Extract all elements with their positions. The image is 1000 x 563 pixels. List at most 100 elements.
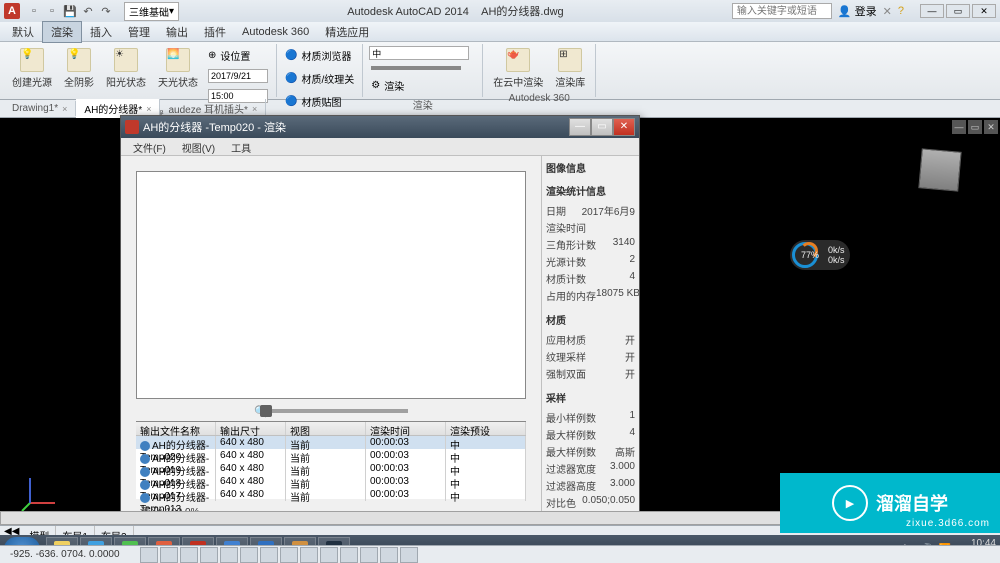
dialog-maximize-button[interactable]: ▭ [591,118,613,136]
snap-mode-icon[interactable] [140,547,158,563]
file-list-header: 输出文件名称 输出尺寸 视图 渲染时间 渲染预设 [136,422,526,436]
tab-manage[interactable]: 管理 [120,22,158,42]
col-header-view[interactable]: 视图 [286,422,366,435]
vp-restore-button[interactable]: ▭ [968,120,982,134]
shadow-icon: 💡 [67,48,91,72]
qp-icon[interactable] [360,547,378,563]
close-icon[interactable]: × [146,104,151,114]
render-preview-panel: 🔍 输出文件名称 输出尺寸 视图 渲染时间 渲染预设 AH的分线器-Temp02… [121,156,541,514]
render-history-panel: 输出文件名称 输出尺寸 视图 渲染时间 渲染预设 AH的分线器-Temp0206… [136,421,526,499]
full-shadow-button[interactable]: 💡全阴影 [60,46,98,105]
file-row[interactable]: AH的分线器-Temp018640 x 480当前00:00:03中 [136,462,526,475]
dialog-titlebar[interactable]: AH的分线器 -Temp020 - 渲染 — ▭ ✕ [121,116,639,138]
gallery-icon: ⊞ [558,48,582,72]
window-title: Autodesk AutoCAD 2014 AH的分线器.dwg [179,3,732,19]
col-header-name[interactable]: 输出文件名称 [136,422,216,435]
ribbon-group-materials: 🔵 材质浏览器 🔵 材质/纹理关 🔵 材质贴图 材质 [277,44,363,97]
sky-status-button[interactable]: 🌅天光状态 [154,46,202,105]
workspace-dropdown[interactable]: 三维基础 ▾ [124,2,179,21]
undo-icon[interactable]: ↶ [80,3,96,19]
zoom-slider[interactable]: 🔍 [136,401,526,421]
menu-tools[interactable]: 工具 [223,138,259,155]
render-button[interactable]: ⚙ 渲染 [369,76,476,95]
sky-icon: 🌅 [166,48,190,72]
info-row: 过滤器高度3.000 [546,477,635,494]
material-map-button[interactable]: 🔵 材质贴图 [283,92,356,111]
osnap-icon[interactable] [220,547,238,563]
tab-insert[interactable]: 插入 [82,22,120,42]
col-header-time[interactable]: 渲染时间 [366,422,446,435]
polar-icon[interactable] [200,547,218,563]
title-bar: A ▫ ▫ 💾 ↶ ↷ 三维基础 ▾ Autodesk AutoCAD 2014… [0,0,1000,22]
new-icon[interactable]: ▫ [26,3,42,19]
exchange-icon[interactable]: ✕ [883,5,892,18]
col-header-preset[interactable]: 渲染预设 [446,422,526,435]
tab-featured[interactable]: 精选应用 [317,22,377,42]
vp-minimize-button[interactable]: — [952,120,966,134]
performance-gauge[interactable]: 77% 0k/s 0k/s [790,240,850,270]
tab-render[interactable]: 渲染 [42,21,82,43]
cloud-render-button[interactable]: 🫖在云中渲染 [489,46,547,91]
info-row: 对比色0.050;0.050 [546,494,635,511]
lwt-icon[interactable] [320,547,338,563]
group-label-render: 渲染 [369,97,476,112]
create-light-button[interactable]: 💡创建光源 [8,46,56,105]
info-row: 过滤器宽度3.000 [546,460,635,477]
tpy-icon[interactable] [340,547,358,563]
help-search-input[interactable] [732,3,832,19]
tab-output[interactable]: 输出 [158,22,196,42]
maximize-button[interactable]: ▭ [946,4,970,18]
menu-view[interactable]: 视图(V) [174,138,223,155]
dyn-icon[interactable] [300,547,318,563]
tab-autodesk360[interactable]: Autodesk 360 [234,24,317,40]
redo-icon[interactable]: ↷ [98,3,114,19]
otrack-icon[interactable] [260,547,278,563]
am-icon[interactable] [400,547,418,563]
file-row[interactable]: AH的分线器-Temp020640 x 480当前00:00:03中 [136,436,526,449]
close-button[interactable]: ✕ [972,4,996,18]
dialog-minimize-button[interactable]: — [569,118,591,136]
viewcube[interactable] [910,140,970,200]
vp-close-button[interactable]: ✕ [984,120,998,134]
render-preset-dropdown[interactable] [369,46,469,60]
render-slider[interactable] [371,66,461,70]
login-button[interactable]: 👤 登录 [838,3,877,19]
file-row[interactable]: AH的分线器-Temp013640 x 480当前00:00:03中 [136,488,526,501]
menu-file[interactable]: 文件(F) [125,138,174,155]
render-preview-canvas[interactable] [136,171,526,399]
close-icon[interactable]: × [252,104,257,114]
watermark: ▶ 溜溜自学 zixue.3d66.com [780,473,1000,533]
tab-default[interactable]: 默认 [4,22,42,42]
sun-status-button[interactable]: ☀阳光状态 [102,46,150,105]
help-icon[interactable]: ? [898,5,904,17]
ortho-icon[interactable] [180,547,198,563]
open-icon[interactable]: ▫ [44,3,60,19]
minimize-button[interactable]: — [920,4,944,18]
render-library-button[interactable]: ⊞渲染库 [551,46,589,91]
save-icon[interactable]: 💾 [62,3,78,19]
viewcube-face[interactable] [918,148,961,191]
col-header-size[interactable]: 输出尺寸 [216,422,286,435]
ribbon: 💡创建光源 💡全阴影 ☀阳光状态 🌅天光状态 ⊕ 设位置 阳光和位置 🔵 材质浏… [0,42,1000,100]
close-icon[interactable]: × [62,104,67,114]
tab-plugins[interactable]: 插件 [196,22,234,42]
doc-tab[interactable]: Drawing1*× [4,101,76,116]
file-row[interactable]: AH的分线器-Temp017640 x 480当前00:00:03中 [136,475,526,488]
3dosnap-icon[interactable] [240,547,258,563]
sc-icon[interactable] [380,547,398,563]
ucs-icon[interactable] [20,473,60,513]
material-texture-button[interactable]: 🔵 材质/纹理关 [283,69,356,88]
dialog-close-button[interactable]: ✕ [613,118,635,136]
download-rate: 0k/s [828,255,845,265]
file-row[interactable]: AH的分线器-Temp019640 x 480当前00:00:03中 [136,449,526,462]
upload-rate: 0k/s [828,245,845,255]
info-header-material: 材质 [546,312,635,327]
slider-thumb[interactable] [260,405,272,417]
grid-icon[interactable] [160,547,178,563]
ducs-icon[interactable] [280,547,298,563]
date-input[interactable] [208,69,268,83]
app-logo[interactable]: A [4,3,20,19]
info-row: 最小样例数1 [546,409,635,426]
set-location-button[interactable]: ⊕ 设位置 [206,46,270,65]
material-browser-button[interactable]: 🔵 材质浏览器 [283,46,356,65]
